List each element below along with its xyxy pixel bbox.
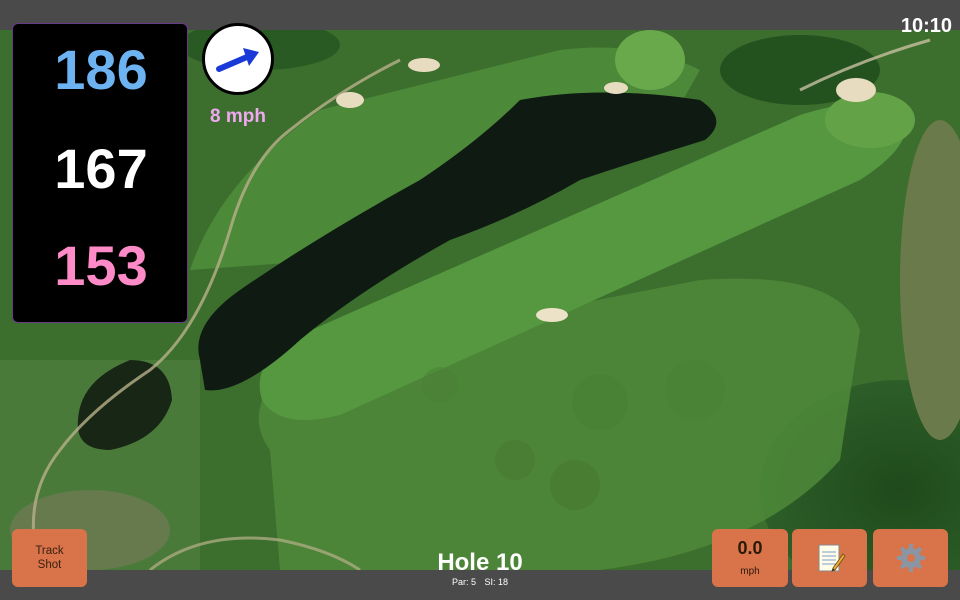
hole-par: Par: 5 bbox=[451, 577, 476, 587]
notepad-icon bbox=[818, 544, 846, 572]
notes-button[interactable] bbox=[792, 529, 867, 587]
speed-unit: mph bbox=[740, 566, 760, 577]
gear-icon bbox=[897, 544, 925, 572]
track-shot-label-line1: Track bbox=[35, 545, 64, 557]
clock: 10:10 bbox=[900, 15, 952, 37]
hole-info: Par: 5 SI: 18 bbox=[380, 577, 580, 587]
wind-arrow-icon bbox=[216, 48, 259, 72]
hole-si: SI: 18 bbox=[484, 577, 509, 587]
speed-button[interactable]: 0.0 mph bbox=[712, 529, 788, 587]
hole-title: Hole 10 bbox=[437, 549, 523, 576]
wind-indicator bbox=[202, 23, 274, 95]
distance-panel: 186 167 153 bbox=[12, 23, 188, 323]
track-shot-button[interactable]: Track Shot bbox=[12, 529, 87, 587]
distance-middle: 167 bbox=[54, 137, 148, 200]
settings-button[interactable] bbox=[873, 529, 948, 587]
distance-front: 153 bbox=[54, 234, 148, 297]
wind-speed: 8 mph bbox=[210, 106, 266, 127]
track-shot-label-line2: Shot bbox=[37, 559, 62, 571]
distance-back: 186 bbox=[54, 38, 148, 101]
speed-value: 0.0 bbox=[737, 538, 763, 558]
